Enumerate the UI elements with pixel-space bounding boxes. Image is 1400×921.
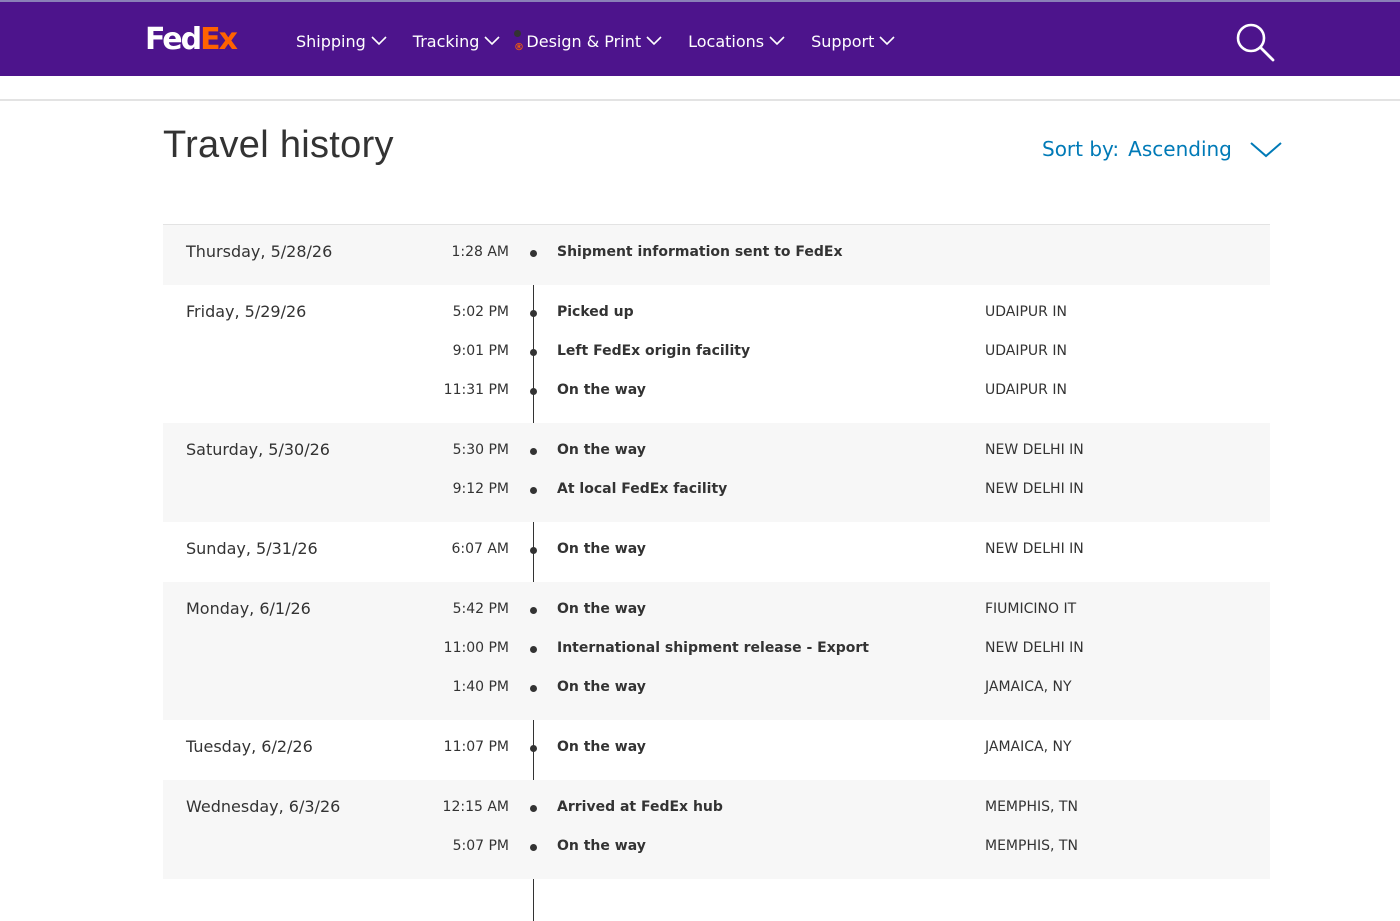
event-location: FIUMICINO IT <box>985 601 1077 617</box>
event-time: 11:07 PM <box>443 739 509 755</box>
timeline-dot <box>530 487 537 494</box>
event-location: UDAIPUR IN <box>985 382 1067 398</box>
timeline-dot <box>530 805 537 812</box>
nav-tracking[interactable]: Tracking <box>413 32 501 51</box>
event-status: Picked up <box>557 304 634 320</box>
nav-shipping-label: Shipping <box>296 31 366 51</box>
chevron-down-icon <box>769 36 785 46</box>
event-status: Shipment information sent to FedEx <box>557 244 843 260</box>
event-status: On the way <box>557 541 646 557</box>
event-time: 5:30 PM <box>452 442 509 458</box>
logo-ex-text: Ex <box>200 22 238 57</box>
page-title: Travel history <box>163 124 394 166</box>
event-time: 1:28 AM <box>451 244 509 260</box>
chevron-down-icon <box>371 36 387 46</box>
event-time: 5:07 PM <box>452 838 509 854</box>
event-status: Arrived at FedEx hub <box>557 799 723 815</box>
chevron-down-icon <box>646 36 662 46</box>
timeline-dot <box>530 844 537 851</box>
nav-shipping[interactable]: Shipping <box>296 32 387 51</box>
history-event-row: 11:31 PM On the way UDAIPUR IN <box>163 380 1270 400</box>
event-status: On the way <box>557 601 646 617</box>
timeline-dot <box>530 310 537 317</box>
timeline-dot <box>530 349 537 356</box>
nav-support[interactable]: Support <box>811 32 895 51</box>
event-location: UDAIPUR IN <box>985 304 1067 320</box>
travel-history-list: Thursday, 5/28/26 1:28 AM Shipment informa… <box>163 224 1270 921</box>
event-time: 9:12 PM <box>452 481 509 497</box>
history-day-group: Sunday, 5/31/26 6:07 AM On the way NEW DELH… <box>163 522 1270 582</box>
timeline-dot <box>530 448 537 455</box>
chevron-down-icon <box>1250 140 1282 158</box>
history-day-group: Tuesday, 6/2/26 11:07 PM On the way JAMAICA… <box>163 720 1270 780</box>
nav-tracking-label: Tracking <box>412 31 480 51</box>
event-time: 11:00 PM <box>443 640 509 656</box>
timeline-dot <box>530 685 537 692</box>
search-icon[interactable] <box>1234 21 1276 63</box>
chevron-down-icon <box>484 36 500 46</box>
timeline-dot <box>530 607 537 614</box>
history-event-row: 5:02 PM Picked up UDAIPUR IN <box>163 302 1270 341</box>
event-location: NEW DELHI IN <box>985 541 1084 557</box>
event-status: On the way <box>557 679 646 695</box>
main-nav: Shipping Tracking Design & Print Locatio… <box>296 27 921 55</box>
history-day-group: Friday, 5/29/26 5:02 PM Picked up UDAIPUR I… <box>163 285 1270 423</box>
history-event-row: 5:42 PM On the way FIUMICINO IT <box>163 599 1270 638</box>
event-status: Left FedEx origin facility <box>557 343 751 359</box>
event-status: On the way <box>557 382 646 398</box>
nav-design-print-label: Design & Print <box>526 31 642 51</box>
event-location: NEW DELHI IN <box>985 442 1084 458</box>
event-status: At local FedEx facility <box>557 481 728 497</box>
history-event-row: 9:12 PM At local FedEx facility NEW DELHI … <box>163 479 1270 499</box>
event-time: 9:01 PM <box>452 343 509 359</box>
fedex-logo[interactable]: FedEx ® <box>145 22 524 58</box>
event-status: International shipment release - Export <box>557 640 869 656</box>
history-day-group: Saturday, 5/30/26 5:30 PM On the way NEW DE… <box>163 423 1270 522</box>
timeline-dot <box>530 745 537 752</box>
event-location: MEMPHIS, TN <box>985 838 1078 854</box>
event-time: 5:42 PM <box>452 601 509 617</box>
sort-label: Sort by: <box>1042 137 1120 161</box>
event-status: On the way <box>557 838 646 854</box>
event-location: NEW DELHI IN <box>985 481 1084 497</box>
history-day-group: Thursday, 5/28/26 1:28 AM Shipment informa… <box>163 225 1270 285</box>
nav-support-label: Support <box>811 31 875 51</box>
history-event-row: 12:15 AM Arrived at FedEx hub MEMPHIS, TN <box>163 797 1270 836</box>
event-time: 11:31 PM <box>443 382 509 398</box>
history-event-row: 6:07 AM On the way NEW DELHI IN <box>163 539 1270 559</box>
history-event-row: 5:30 PM On the way NEW DELHI IN <box>163 440 1270 479</box>
history-event-row: 9:01 PM Left FedEx origin facility UDAIPUR… <box>163 341 1270 380</box>
event-status: On the way <box>557 442 646 458</box>
event-location: NEW DELHI IN <box>985 640 1084 656</box>
event-time: 5:02 PM <box>452 304 509 320</box>
event-status: On the way <box>557 739 646 755</box>
nav-locations-label: Locations <box>688 31 765 51</box>
history-event-row: 5:07 PM On the way MEMPHIS, TN <box>163 836 1270 856</box>
event-time: 1:40 PM <box>452 679 509 695</box>
event-location: UDAIPUR IN <box>985 343 1067 359</box>
event-time: 12:15 AM <box>442 799 509 815</box>
history-event-row: 11:00 PM International shipment release -… <box>163 638 1270 677</box>
event-location: JAMAICA, NY <box>985 739 1072 755</box>
history-day-group: Wednesday, 6/3/26 12:15 AM Arrived at FedE… <box>163 780 1270 879</box>
sort-dropdown[interactable]: Sort by: Ascending <box>1042 137 1282 161</box>
logo-fed-text: Fed <box>145 22 202 57</box>
nav-design-print[interactable]: Design & Print <box>526 32 662 51</box>
sub-header-strip <box>0 76 1400 101</box>
event-location: JAMAICA, NY <box>985 679 1072 695</box>
chevron-down-icon <box>879 36 895 46</box>
top-navigation-bar: FedEx ® Shipping Tracking Design & Print … <box>0 2 1400 76</box>
history-day-group: Monday, 6/1/26 5:42 PM On the way FIUMICINO… <box>163 582 1270 720</box>
timeline-dot <box>530 388 537 395</box>
timeline-dot <box>530 250 537 257</box>
timeline-dot <box>530 547 537 554</box>
event-time: 6:07 AM <box>451 541 509 557</box>
sort-value: Ascending <box>1128 137 1232 161</box>
history-event-row: 1:40 PM On the way JAMAICA, NY <box>163 677 1270 697</box>
history-event-row: 11:07 PM On the way JAMAICA, NY <box>163 737 1270 757</box>
timeline-dot <box>530 646 537 653</box>
nav-locations[interactable]: Locations <box>688 32 785 51</box>
history-event-row: 1:28 AM Shipment information sent to FedE… <box>163 242 1270 262</box>
event-location: MEMPHIS, TN <box>985 799 1078 815</box>
